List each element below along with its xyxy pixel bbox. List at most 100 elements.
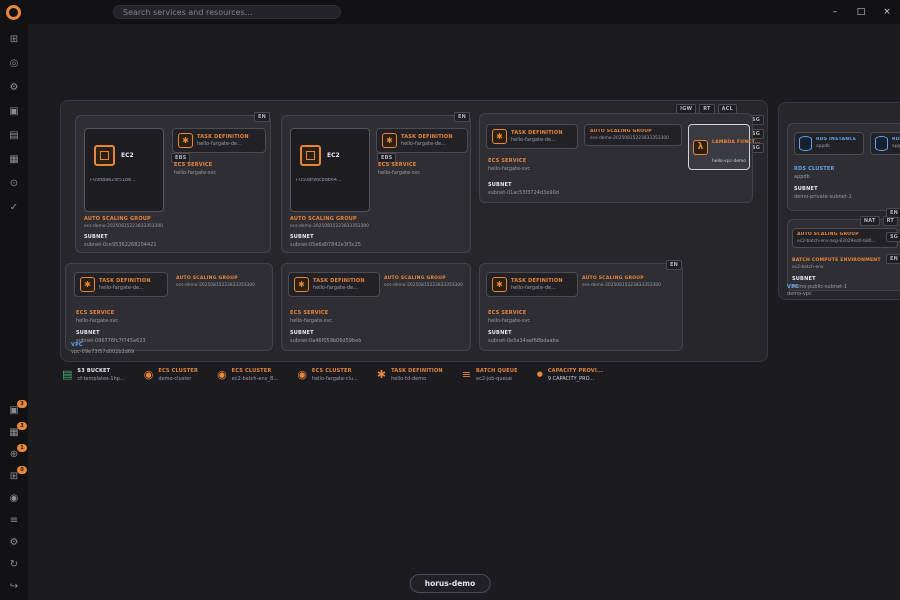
subnet-id: subnet-0a46f059b06d59beb (290, 337, 362, 344)
logout-icon[interactable]: ↪ (6, 580, 22, 594)
location-icon[interactable]: ◉ (6, 492, 22, 506)
task-definition-card[interactable]: ✱ TASK DEFINITION hello-fargate-de... (74, 272, 168, 297)
eye-icon[interactable]: ◎ (6, 57, 22, 71)
auto-scaling-group[interactable]: AUTO SCALING GROUP ecs-demo-202508152238… (582, 276, 661, 288)
ec2-instance-card[interactable]: EC2 i-09dbae29f51be... EBS EBS (84, 128, 191, 212)
task-definition-icon: ✱ (80, 277, 95, 292)
subnet-box[interactable]: ✱ TASK DEFINITION hello-fargate-de... EC… (479, 113, 760, 203)
service-title: ECS SERVICE (488, 158, 527, 164)
grid-icon[interactable]: ⊞ (6, 33, 22, 47)
subnet-id: subnet-01ac53f3724d3e90d (488, 189, 559, 196)
resource-title: CAPACITY PROVI... (547, 368, 604, 374)
resource-name: hello-fargate-clu... (311, 375, 358, 382)
task-definition-card[interactable]: ✱ TASK DEFINITION hello-fargate-de... (172, 128, 266, 153)
subnet-label: SUBNET subnet-0a46f059b06d59beb (290, 330, 361, 344)
resource-name: hello-td-demo (391, 375, 427, 382)
ecs-cluster-item[interactable]: ◉ ECS CLUSTER demo-cluster (144, 368, 198, 382)
rds-instance-card[interactable]: RDS INSTANCE appdb (794, 132, 864, 155)
stack-icon[interactable]: ▦ 3 (6, 422, 27, 440)
maximize-button[interactable]: □ (848, 0, 874, 24)
ecs-cluster-icon: ◉ (143, 368, 154, 382)
grid-plus-icon[interactable]: ⊞ 0 (6, 466, 27, 484)
s3-bucket-item[interactable]: ▤ S3 BUCKET cf-templates-1hp... (62, 368, 125, 382)
auto-scaling-group[interactable]: AUTO SCALING GROUP ecs-demo-202508152238… (176, 276, 255, 288)
task-definition-card[interactable]: ✱ TASK DEFINITION hello-fargate-de... (288, 272, 380, 297)
ecs-service[interactable]: ECS SERVICE hello-fargate-svc (488, 158, 530, 172)
ec2-instance-card[interactable]: EC2 i-050bf9dc8db64... EBS EBS (290, 128, 397, 212)
region-badge[interactable]: horus-demo (409, 574, 491, 593)
task-definition-card[interactable]: ✱ TASK DEFINITION hello-fargate-de... (486, 124, 578, 149)
ecs-service[interactable]: ECS SERVICE hello-fargate-svc (174, 162, 216, 176)
close-button[interactable]: × (874, 0, 900, 24)
layers-icon[interactable]: ▦ (6, 153, 22, 167)
batch-queue-icon: ≡ (461, 368, 471, 382)
auto-scaling-group-card[interactable]: AUTO SCALING GROUP ec2-batch-env-asg-830… (792, 228, 898, 249)
search-input[interactable] (113, 5, 341, 19)
minimize-button[interactable]: – (822, 0, 848, 24)
ec2-title: EC2 (121, 152, 134, 159)
chart-icon[interactable]: ▤ (6, 129, 22, 143)
ecs-service[interactable]: ECS SERVICE hello-fargate-svc (378, 162, 420, 176)
rds-instance-card[interactable]: RDS I... appdb (870, 132, 900, 155)
ecs-service[interactable]: ECS SERVICE hello-fargate-svc (76, 310, 118, 324)
subnet-id: subnet-05e6d07842e3f3c25 (290, 241, 361, 248)
subnet-title: SUBNET (290, 234, 314, 240)
subnet-box-public[interactable]: NAT RT AUTO SCALING GROUP ec2-batch-env-… (787, 216, 900, 291)
asg-title: AUTO SCALING GROUP (84, 216, 151, 222)
subnet-box[interactable]: EN ✱ TASK DEFINITION hello-fargate-de...… (479, 260, 683, 351)
batch-queue-item[interactable]: ≡ BATCH QUEUE ec2-job-queue (462, 368, 518, 382)
ecs-service[interactable]: ECS SERVICE hello-fargate-svc (290, 310, 332, 324)
subnet-label: SUBNET subnet-05e6d07842e3f3c25 (290, 234, 361, 248)
auto-scaling-group[interactable]: AUTO SCALING GROUP ecs-demo-202508152238… (84, 216, 163, 229)
check-icon[interactable]: ✓ (6, 201, 22, 215)
auto-scaling-group[interactable]: AUTO SCALING GROUP ecs-demo-202508152238… (290, 216, 369, 229)
cluster-title: RDS CLUSTER (794, 166, 835, 172)
task-definition-card[interactable]: ✱ TASK DEFINITION hello-fargate-de... (376, 128, 468, 153)
resource-title: ECS CLUSTER (158, 368, 199, 374)
vpc-panel-demo[interactable]: RDS INSTANCE appdb RDS I... appdb RDS CL… (778, 102, 900, 300)
target-icon[interactable]: ⊙ (6, 177, 22, 191)
task-definition-item[interactable]: ✱ TASK DEFINITION hello-td-demo (377, 368, 443, 382)
auto-scaling-group-card[interactable]: AUTO SCALING GROUP ecs-demo-202508152238… (584, 124, 682, 147)
refresh-icon[interactable]: ↻ (6, 558, 22, 572)
ecs-service[interactable]: ECS SERVICE hello-fargate-svc (488, 310, 530, 324)
vpc-id: vpc-09e73f57d002b2d69 (71, 349, 135, 355)
service-title: ECS SERVICE (76, 310, 115, 316)
card-name: hello-fargate-de... (313, 285, 358, 292)
subnet-label: SUBNET demo-private-subnet-1 (794, 186, 852, 200)
task-definition-card[interactable]: ✱ TASK DEFINITION hello-fargate-de... (486, 272, 578, 297)
ecs-cluster-item[interactable]: ◉ ECS CLUSTER ec2-batch-env_B... (217, 368, 278, 382)
batch-compute-environment[interactable]: BATCH COMPUTE ENVIRONMENT ec2-batch-env (792, 258, 881, 270)
lambda-function-card[interactable]: λ LAMBDA FUNCT... hello-vpc-demo (688, 124, 760, 170)
subnet-label: SUBNET subnet-0ce95362268204421 (84, 234, 157, 248)
automation-gear-icon[interactable]: ⚙ (6, 81, 22, 95)
ec2-instance-id: i-050bf9dc8db64... (296, 178, 342, 183)
vpc-title: VPC (71, 341, 83, 348)
asg-title: AUTO SCALING GROUP (797, 232, 859, 237)
card-name: hello-fargate-de... (197, 141, 242, 148)
subnet-box[interactable]: ✱ TASK DEFINITION hello-fargate-de... AU… (65, 263, 273, 351)
plus-circle-icon[interactable]: ⊕ 1 (6, 444, 27, 462)
vpc-panel-main[interactable]: IGW RT ACL SG SG SG EN EC2 i-09dbae29f51… (60, 100, 768, 362)
auto-scaling-group[interactable]: AUTO SCALING GROUP ecs-demo-202508152238… (384, 276, 463, 288)
count-badge: 3 (17, 422, 27, 430)
asg-name: ecs-demo-20250815223833353300 (590, 136, 669, 141)
package-icon[interactable]: ▣ (6, 105, 22, 119)
asg-name: ecs-demo-20250815223833353300 (384, 283, 463, 288)
app-logo-icon (6, 4, 21, 20)
rds-cluster[interactable]: RDS CLUSTER appdb (794, 166, 835, 180)
batch-name: ec2-batch-env (792, 265, 824, 270)
vpc-label: VPC vpc-09e73f57d002b2d69 (71, 342, 134, 356)
ecs-cluster-item[interactable]: ◉ ECS CLUSTER hello-fargate-clu... (297, 368, 358, 382)
cube-icon[interactable]: ▣ 3 (6, 400, 27, 418)
sg-tag: SG (886, 232, 900, 242)
service-name: hello-fargate-svc (76, 317, 119, 324)
capacity-provider-item[interactable]: ● CAPACITY PROVI... 9 CAPACITY_PRO... (537, 368, 604, 382)
sidebar-bottom-group: ▣ 3 ▦ 3 ⊕ 1 ⊞ 0 ◉ ≡ ⚙ ↻ ↪ (6, 400, 27, 594)
subnet-box[interactable]: ✱ TASK DEFINITION hello-fargate-de... AU… (281, 263, 471, 351)
settings-gear-icon[interactable]: ⚙ (6, 536, 22, 550)
subnet-box[interactable]: EN EC2 i-050bf9dc8db64... EBS EBS ✱ TASK… (281, 112, 471, 253)
filter-icon[interactable]: ≡ (6, 514, 22, 528)
subnet-box[interactable]: EN EC2 i-09dbae29f51be... EBS EBS ✱ TASK… (75, 112, 271, 253)
subnet-box-private[interactable]: RDS INSTANCE appdb RDS I... appdb RDS CL… (787, 123, 900, 211)
